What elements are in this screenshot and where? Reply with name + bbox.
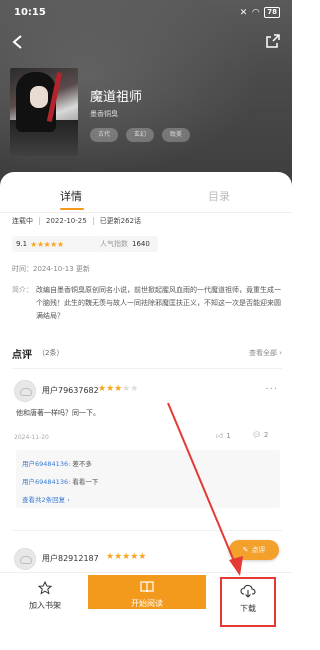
publish-date: 2022-10-25 (46, 217, 87, 225)
like-count: 1 (226, 431, 231, 440)
rating-box: 9.1 ★★★★★ (12, 236, 98, 252)
popularity-box: 人气指数 1640 (96, 236, 158, 252)
review-stars: ★★★★★ (98, 384, 139, 394)
book-author: 墨香铜臭 (90, 110, 118, 118)
write-review-label: 点评 (251, 546, 266, 554)
tab-toc[interactable]: 目录 (208, 188, 230, 204)
download-button[interactable]: 下载 (220, 577, 276, 627)
mute-icon: ✕ (239, 7, 248, 18)
meta-row: 连载中 2022-10-25 已更新262话 (12, 216, 141, 226)
reply-user[interactable]: 用户69484136: (22, 460, 70, 468)
more-replies-link[interactable]: 查看共2条回复 › (22, 494, 70, 504)
review-content: 他和唐著一样吗？同一下。 (16, 409, 100, 417)
book-icon (140, 581, 154, 593)
view-all-link[interactable]: 查看全部 › (249, 348, 282, 358)
avatar[interactable] (14, 548, 36, 570)
comment-button[interactable]: 💬︎ 2 (252, 431, 268, 439)
comment-count: 2 (263, 431, 269, 439)
active-tab-indicator (60, 208, 84, 210)
share-icon[interactable] (266, 34, 280, 48)
reviews-header: 点评 （2条） 查看全部 › (12, 346, 282, 361)
avatar[interactable] (14, 380, 36, 402)
rating-stars: ★★★★★ (30, 239, 64, 249)
book-tag[interactable]: 古代 (90, 128, 118, 142)
reply-item: 用户69484136: 看看一下 (22, 476, 98, 486)
popularity-value: 1640 (132, 240, 150, 248)
rating-score: 9.1 (16, 240, 28, 248)
book-tags: 古代 玄幻 耽美 (90, 128, 190, 142)
back-arrow-icon[interactable] (10, 34, 26, 50)
popularity-label: 人气指数 (100, 240, 128, 248)
add-to-shelf-label: 加入书架 (29, 601, 61, 610)
book-title: 魔道祖师 (90, 90, 143, 105)
more-options-icon[interactable]: ··· (265, 384, 278, 395)
add-to-shelf-button[interactable]: 加入书架 (18, 580, 72, 611)
thumbs-up-icon: 👍︎ (216, 432, 224, 440)
review-username[interactable]: 用户79637682 (42, 385, 99, 396)
chapter-count: 已更新262话 (99, 217, 142, 225)
synopsis-text: 改编自墨香铜臭原创同名小说，前世掀起腥风血雨的一代魔道祖师，竟重生成一个脑残！此… (36, 286, 281, 320)
edit-icon: ✎ (242, 546, 249, 554)
synopsis: 简介： 改编自墨香铜臭原创同名小说，前世掀起腥风血雨的一代魔道祖师，竟重生成一个… (12, 284, 282, 323)
reviews-title: 点评 (12, 350, 32, 361)
reply-item: 用户69484136: 差不多 (22, 458, 92, 468)
update-time: 时间：2024-10-13 更新 (12, 265, 90, 273)
battery-icon: 78 (264, 7, 280, 18)
bottom-action-bar: 加入书架 开始阅读 下载 (0, 572, 292, 650)
wifi-icon: ◠ (252, 7, 260, 18)
download-label: 下载 (240, 604, 256, 613)
serial-status: 连载中 (12, 217, 33, 225)
review-date: 2024-11-20 (14, 434, 49, 441)
reviews-count: （2条） (38, 349, 64, 357)
review-stars: ★★★★★ (106, 552, 147, 562)
star-outline-icon (37, 580, 53, 595)
reply-text: 看看一下 (72, 478, 99, 486)
start-reading-label: 开始阅读 (131, 599, 163, 608)
system-icons: ✕ ◠ 78 (240, 7, 280, 18)
status-bar: 10:15 ✕ ◠ 78 (0, 0, 292, 26)
book-header: 10:15 ✕ ◠ 78 魔道祖师 墨香铜臭 古代 玄幻 耽美 (0, 0, 292, 190)
reply-box: 用户69484136: 差不多 用户69484136: 看看一下 查看共2条回复… (16, 450, 280, 508)
tab-divider (0, 212, 292, 213)
book-cover (10, 68, 78, 156)
write-review-button[interactable]: ✎ 点评 (229, 540, 279, 560)
book-tag[interactable]: 玄幻 (126, 128, 154, 142)
divider (12, 368, 282, 369)
start-reading-button[interactable]: 开始阅读 (88, 575, 206, 609)
tab-detail[interactable]: 详情 (60, 188, 82, 204)
book-tag[interactable]: 耽美 (162, 128, 190, 142)
comment-icon: 💬︎ (252, 431, 261, 439)
reply-user[interactable]: 用户69484136: (22, 478, 70, 486)
like-button[interactable]: 👍︎ 1 (216, 431, 231, 441)
cloud-download-icon (240, 584, 256, 598)
synopsis-label: 简介： (12, 286, 33, 294)
status-time: 10:15 (14, 7, 46, 18)
review-username[interactable]: 用户82912187 (42, 553, 99, 564)
tab-bar: 详情 目录 (0, 186, 292, 213)
reply-text: 差不多 (72, 460, 92, 468)
divider (12, 530, 282, 531)
